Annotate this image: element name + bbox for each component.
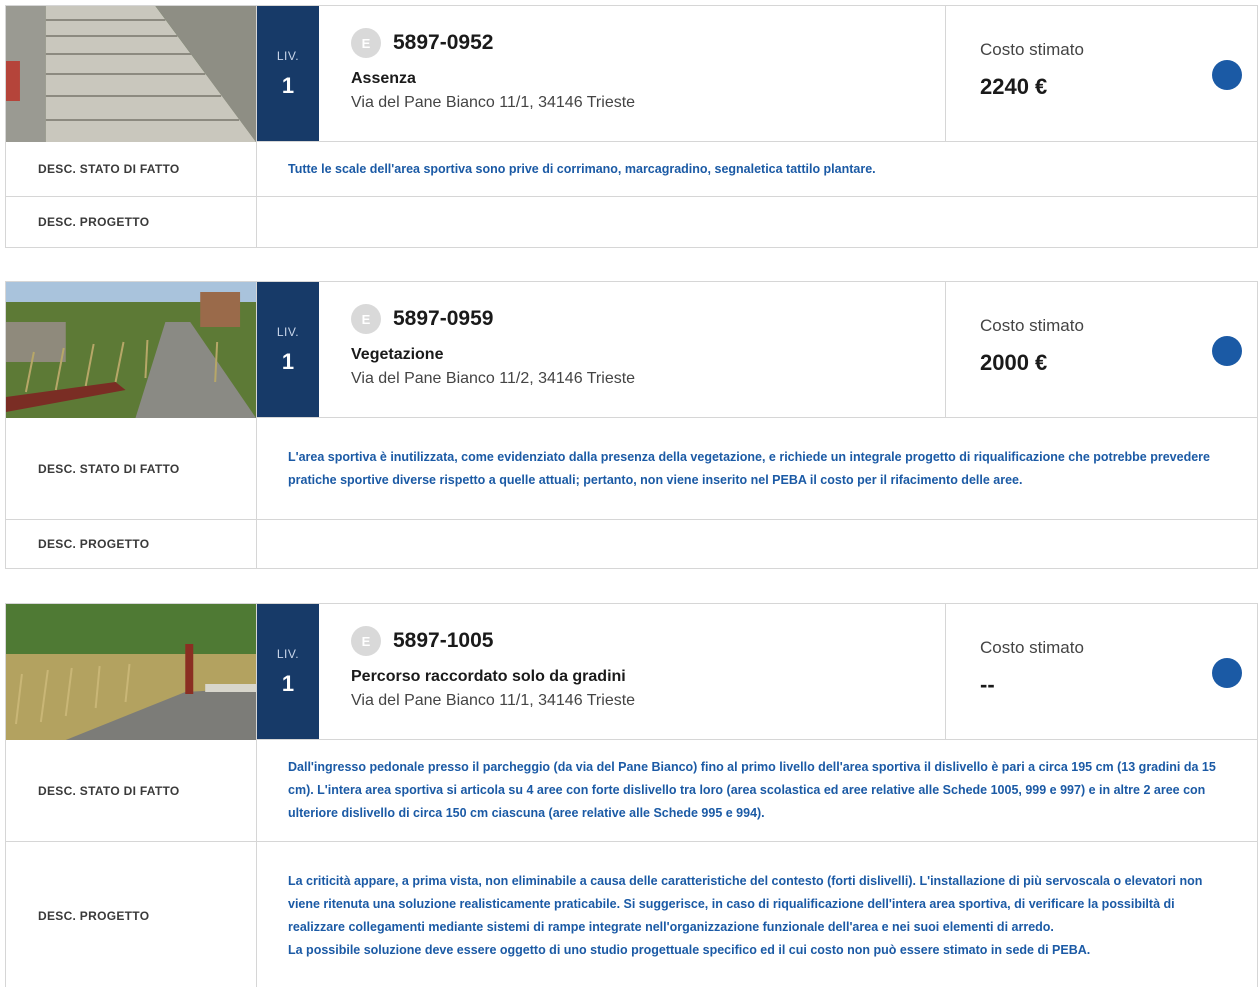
card-code[interactable]: 5897-1005	[393, 629, 493, 653]
level-indicator: LIV. 1	[257, 6, 319, 141]
level-indicator: LIV. 1	[257, 282, 319, 417]
cost-label: Costo stimato	[980, 40, 1084, 59]
issue-title: Percorso raccordato solo da gradini	[351, 668, 626, 685]
desc-state-text: L'area sportiva è inutilizzata, come evi…	[288, 449, 1210, 487]
desc-project-row: DESC. PROGETTO La criticità appare, a pr…	[6, 842, 1257, 987]
desc-project-paragraph: La criticità appare, a prima vista, non …	[288, 874, 1203, 934]
issue-title: Vegetazione	[351, 346, 444, 363]
issue-card[interactable]: LIV. 1 E 5897-0959 Vegetazione Via del P…	[5, 281, 1258, 569]
level-value: 1	[281, 670, 295, 696]
photo-path[interactable]	[6, 604, 257, 740]
address: Via del Pane Bianco 11/1, 34146 Trieste	[351, 94, 636, 111]
cost-panel: Costo stimato --	[946, 604, 1257, 739]
desc-state-row: DESC. STATO DI FATTO Tutte le scale dell…	[6, 142, 1257, 197]
desc-state-text: Tutte le scale dell'area sportiva sono p…	[288, 161, 876, 176]
desc-state-label: DESC. STATO DI FATTO	[6, 740, 257, 841]
cost-panel: Costo stimato 2000 €	[946, 282, 1257, 417]
photo-vegetation[interactable]	[6, 282, 257, 418]
category-badge: E	[351, 304, 381, 334]
address: Via del Pane Bianco 11/2, 34146 Trieste	[351, 370, 636, 387]
level-value: 1	[281, 348, 295, 374]
card-code[interactable]: 5897-0959	[393, 307, 493, 331]
desc-state-text: Dall'ingresso pedonale presso il parcheg…	[288, 760, 1216, 820]
category-badge: E	[351, 28, 381, 58]
cost-panel: Costo stimato 2240 €	[946, 6, 1257, 141]
cost-label: Costo stimato	[980, 638, 1084, 657]
address: Via del Pane Bianco 11/1, 34146 Trieste	[351, 692, 636, 709]
desc-project-paragraph: La possibile soluzione deve essere ogget…	[288, 943, 1091, 957]
cost-label: Costo stimato	[980, 316, 1084, 335]
desc-state-row: DESC. STATO DI FATTO L'area sportiva è i…	[6, 418, 1257, 520]
desc-project-label: DESC. PROGETTO	[6, 197, 257, 247]
photo-stairs[interactable]	[6, 6, 257, 142]
level-value: 1	[281, 72, 295, 98]
level-label: LIV.	[276, 324, 300, 339]
desc-project-text	[257, 197, 1257, 247]
card-header: LIV. 1 E 5897-0952 Assenza Via del Pane …	[6, 6, 1257, 142]
card-header: LIV. 1 E 5897-1005 Percorso raccordato s…	[6, 604, 1257, 740]
desc-project-label: DESC. PROGETTO	[6, 842, 257, 987]
card-code[interactable]: 5897-0952	[393, 31, 493, 55]
card-header: LIV. 1 E 5897-0959 Vegetazione Via del P…	[6, 282, 1257, 418]
desc-state-label: DESC. STATO DI FATTO	[6, 418, 257, 519]
issue-card[interactable]: LIV. 1 E 5897-1005 Percorso raccordato s…	[5, 603, 1258, 987]
category-badge: E	[351, 626, 381, 656]
card-info: E 5897-1005 Percorso raccordato solo da …	[319, 604, 946, 739]
card-info: E 5897-0952 Assenza Via del Pane Bianco …	[319, 6, 946, 141]
desc-state-row: DESC. STATO DI FATTO Dall'ingresso pedon…	[6, 740, 1257, 842]
desc-project-text: La criticità appare, a prima vista, non …	[257, 842, 1257, 987]
desc-project-text	[257, 520, 1257, 568]
desc-project-row: DESC. PROGETTO	[6, 197, 1257, 247]
card-info: E 5897-0959 Vegetazione Via del Pane Bia…	[319, 282, 946, 417]
status-dot-icon[interactable]	[1212, 60, 1242, 90]
issue-card[interactable]: LIV. 1 E 5897-0952 Assenza Via del Pane …	[5, 5, 1258, 248]
desc-project-row: DESC. PROGETTO	[6, 520, 1257, 568]
desc-state-label: DESC. STATO DI FATTO	[6, 142, 257, 196]
status-dot-icon[interactable]	[1212, 658, 1242, 688]
level-label: LIV.	[276, 48, 300, 63]
status-dot-icon[interactable]	[1212, 336, 1242, 366]
level-label: LIV.	[276, 646, 300, 661]
level-indicator: LIV. 1	[257, 604, 319, 739]
desc-project-label: DESC. PROGETTO	[6, 520, 257, 568]
issue-title: Assenza	[351, 70, 416, 87]
